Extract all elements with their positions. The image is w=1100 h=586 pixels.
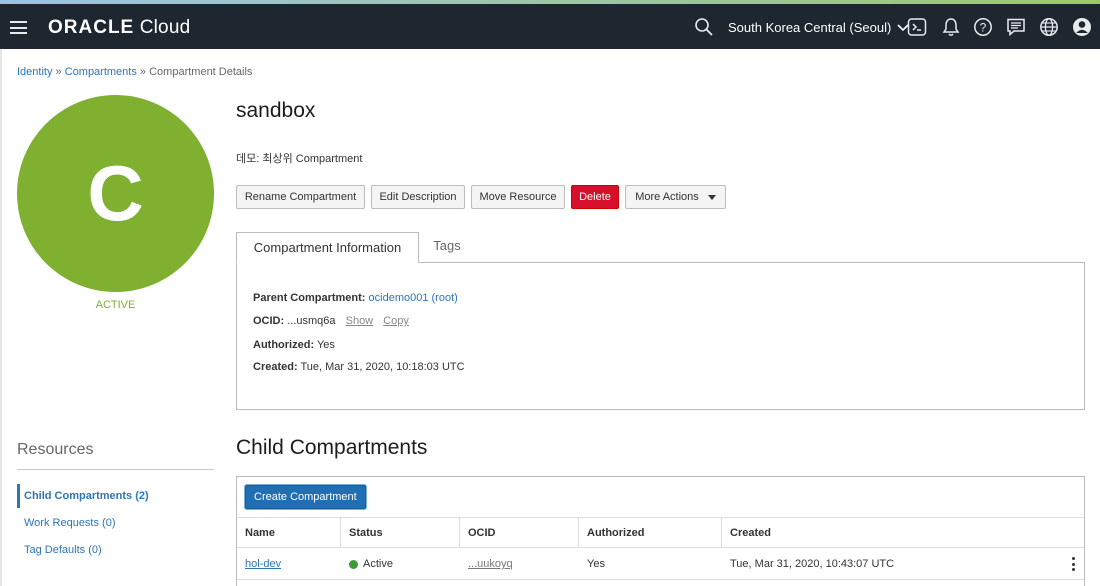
- resource-child-compartments[interactable]: Child Compartments (2): [17, 484, 214, 508]
- authorized-label: Authorized:: [253, 339, 315, 351]
- created-value: Tue, Mar 31, 2020, 10:18:03 UTC: [300, 361, 465, 373]
- oracle-cloud-logo[interactable]: ORACLE Cloud: [48, 17, 190, 39]
- chat-icon[interactable]: [1005, 16, 1027, 38]
- globe-icon[interactable]: [1038, 16, 1060, 38]
- logo-product: Cloud: [139, 17, 191, 38]
- created-row: Created: Tue, Mar 31, 2020, 10:18:03 UTC: [253, 361, 465, 373]
- help-icon[interactable]: ?: [972, 16, 994, 38]
- status-dot-icon: [349, 559, 358, 569]
- region-selector[interactable]: South Korea Central (Seoul): [728, 20, 909, 35]
- menu-icon[interactable]: [10, 21, 27, 34]
- breadcrumb-current: Compartment Details: [149, 66, 253, 78]
- status-text: Active: [363, 558, 393, 570]
- cell-name: hol-dev: [237, 548, 341, 580]
- resource-tag-defaults[interactable]: Tag Defaults (0): [17, 544, 214, 556]
- child-compartments-title: Child Compartments: [236, 436, 428, 459]
- page-title: sandbox: [236, 99, 316, 122]
- child-compartments-table: Create Compartment Name Status OCID Auth…: [236, 476, 1085, 586]
- column-header-authorized[interactable]: Authorized: [579, 518, 722, 548]
- rename-compartment-button[interactable]: Rename Compartment: [236, 185, 365, 209]
- region-label: South Korea Central (Seoul): [728, 20, 892, 35]
- create-compartment-button[interactable]: Create Compartment: [245, 485, 366, 509]
- table-header: Name Status OCID Authorized Created: [237, 517, 1084, 548]
- cell-created: Tue, Mar 31, 2020, 10:43:07 UTC: [730, 558, 895, 570]
- resources-title: Resources: [17, 441, 94, 458]
- compartment-name-link[interactable]: hol-dev: [245, 558, 281, 570]
- compartment-description: 데모: 최상위 Compartment: [236, 153, 363, 165]
- parent-compartment-link[interactable]: ocidemo001 (root): [369, 292, 458, 304]
- authorized-value: Yes: [316, 339, 335, 351]
- breadcrumb-separator: »: [139, 66, 147, 78]
- top-navigation-bar: ORACLE Cloud South Korea Central (Seoul)…: [0, 4, 1100, 49]
- table-row: hol-dev Active ...uukoyq Yes Tue, Mar 31…: [237, 548, 1084, 580]
- ocid-row: OCID: ...usmq6a Show Copy: [253, 315, 409, 327]
- ocid-value: ...usmq6a: [287, 315, 336, 327]
- logo-brand: ORACLE: [48, 17, 135, 38]
- user-profile-icon[interactable]: [1071, 16, 1093, 38]
- tab-compartment-information[interactable]: Compartment Information: [236, 232, 419, 263]
- parent-compartment-row: Parent Compartment: ocidemo001 (root): [253, 292, 458, 304]
- search-icon[interactable]: [693, 16, 715, 38]
- breadcrumb: Identity » Compartments » Compartment De…: [17, 66, 252, 78]
- caret-down-icon: [707, 194, 716, 200]
- tab-tags[interactable]: Tags: [420, 238, 474, 253]
- left-edge-divider: [0, 49, 2, 586]
- breadcrumb-separator: »: [55, 66, 62, 78]
- move-resource-button[interactable]: Move Resource: [471, 185, 565, 209]
- authorized-row: Authorized: Yes: [253, 339, 335, 351]
- svg-text:?: ?: [980, 21, 987, 35]
- breadcrumb-identity[interactable]: Identity: [17, 66, 52, 78]
- ocid-link[interactable]: ...uukoyq: [468, 558, 513, 570]
- bell-icon[interactable]: [940, 16, 962, 38]
- lifecycle-status: ACTIVE: [95, 299, 136, 311]
- column-header-ocid[interactable]: OCID: [460, 518, 579, 548]
- delete-button[interactable]: Delete: [571, 185, 619, 209]
- breadcrumb-compartments[interactable]: Compartments: [65, 66, 137, 78]
- ocid-show-link[interactable]: Show: [346, 315, 374, 327]
- column-header-status[interactable]: Status: [341, 518, 460, 548]
- created-label: Created:: [253, 361, 298, 373]
- row-actions-kebab-icon[interactable]: [1072, 557, 1076, 571]
- avatar-letter: C: [87, 149, 144, 237]
- cell-status: Active: [341, 548, 460, 580]
- edit-description-button[interactable]: Edit Description: [371, 185, 465, 209]
- compartment-info-panel: Parent Compartment: ocidemo001 (root) OC…: [236, 262, 1085, 410]
- parent-compartment-label: Parent Compartment:: [253, 292, 366, 304]
- resources-divider: [17, 469, 214, 470]
- compartment-avatar: C: [17, 95, 214, 292]
- more-actions-button[interactable]: More Actions: [625, 185, 726, 209]
- column-header-name[interactable]: Name: [237, 518, 341, 548]
- cell-authorized: Yes: [587, 558, 605, 570]
- resource-work-requests[interactable]: Work Requests (0): [17, 517, 214, 529]
- cloud-shell-icon[interactable]: [906, 16, 928, 38]
- cell-ocid: ...uukoyq: [460, 548, 579, 580]
- more-actions-label: More Actions: [635, 191, 699, 203]
- ocid-copy-link[interactable]: Copy: [383, 315, 409, 327]
- column-header-created[interactable]: Created: [722, 518, 1084, 548]
- ocid-label: OCID:: [253, 315, 285, 327]
